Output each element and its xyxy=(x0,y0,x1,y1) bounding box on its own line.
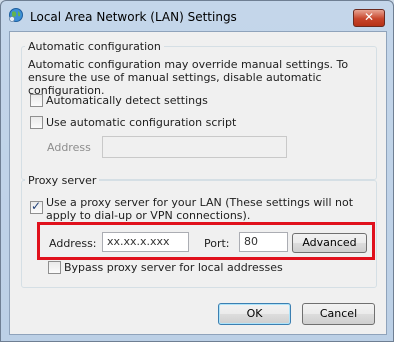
lan-settings-dialog: Local Area Network (LAN) Settings ✕ Auto… xyxy=(0,0,394,342)
automatic-configuration-title: Automatic configuration xyxy=(25,40,164,53)
proxy-port-field[interactable]: 80 xyxy=(239,232,288,252)
proxy-address-field[interactable]: xx.xx.x.xxx xyxy=(102,232,189,252)
use-proxy-label[interactable]: Use a proxy server for your LAN (These s… xyxy=(46,196,376,222)
auto-detect-checkbox[interactable] xyxy=(30,94,43,107)
script-address-label: Address xyxy=(47,141,91,154)
close-icon: ✕ xyxy=(363,10,375,24)
advanced-button[interactable]: Advanced xyxy=(292,233,367,253)
proxy-server-title: Proxy server xyxy=(25,174,100,187)
close-button[interactable]: ✕ xyxy=(353,9,385,27)
dialog-body: Automatic configuration Automatic config… xyxy=(9,31,387,335)
ok-button[interactable]: OK xyxy=(218,303,291,325)
window-title: Local Area Network (LAN) Settings xyxy=(30,10,237,24)
use-proxy-checkbox[interactable] xyxy=(30,199,43,214)
cancel-button[interactable]: Cancel xyxy=(302,303,375,325)
automatic-configuration-description: Automatic configuration may override man… xyxy=(28,58,349,97)
proxy-port-label: Port: xyxy=(204,237,230,250)
auto-config-script-checkbox[interactable] xyxy=(30,116,43,129)
proxy-address-label: Address: xyxy=(49,237,97,250)
globe-network-icon xyxy=(9,8,23,22)
bypass-local-checkbox[interactable] xyxy=(48,261,61,274)
script-address-field[interactable] xyxy=(102,136,287,158)
auto-config-script-label[interactable]: Use automatic configuration script xyxy=(46,116,236,129)
bypass-local-label[interactable]: Bypass proxy server for local addresses xyxy=(64,261,283,274)
title-bar[interactable]: Local Area Network (LAN) Settings ✕ xyxy=(1,1,393,31)
auto-detect-label[interactable]: Automatically detect settings xyxy=(46,94,208,107)
